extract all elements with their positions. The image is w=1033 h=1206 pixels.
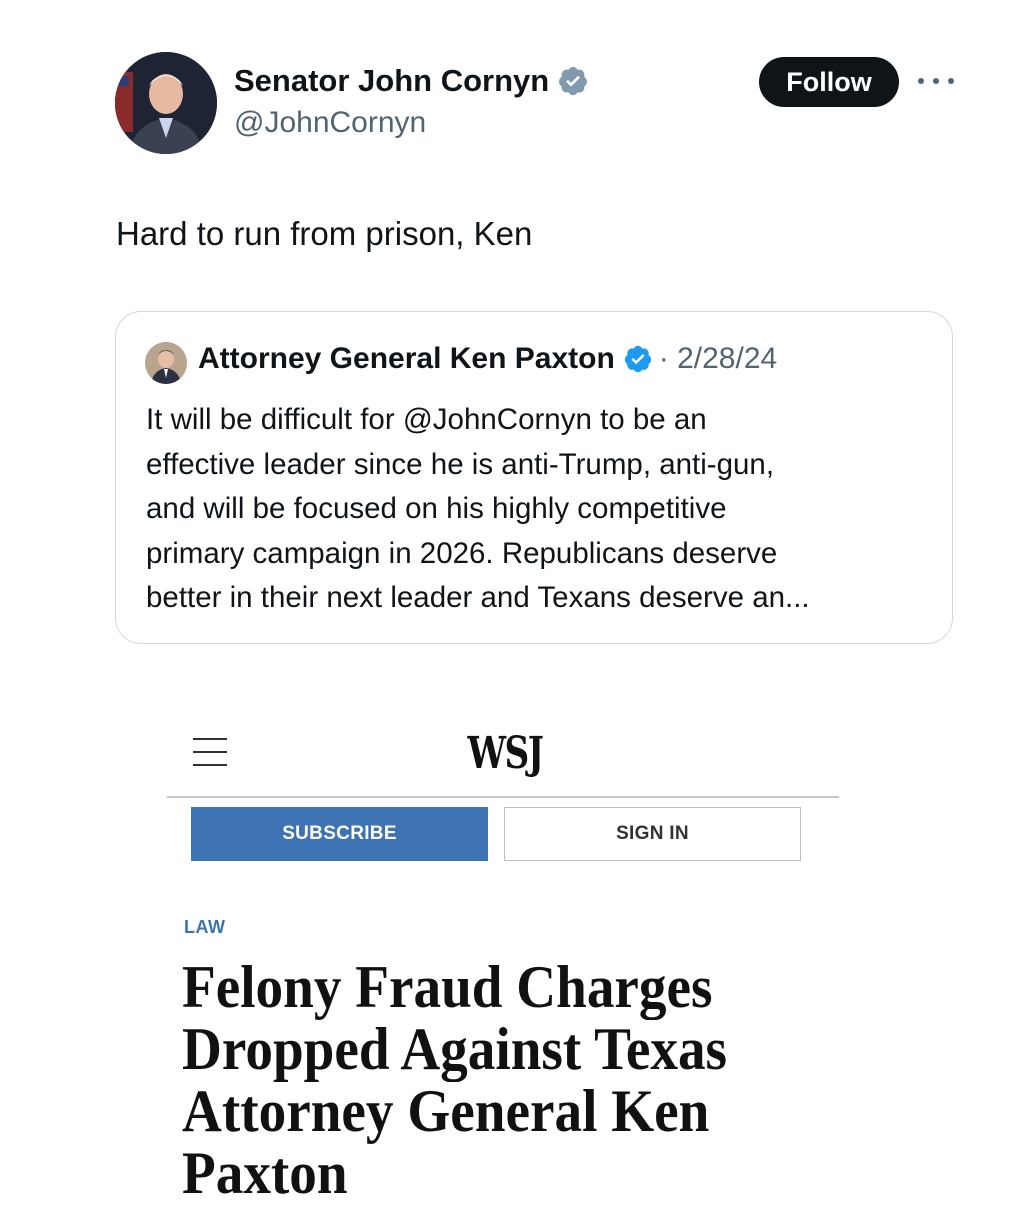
author-handle[interactable]: @JohnCornyn (234, 106, 426, 140)
quoted-tweet-text: It will be difficult for @JohnCornyn to … (146, 398, 936, 621)
hamburger-menu-icon[interactable] (193, 738, 227, 766)
follow-button[interactable]: Follow (759, 57, 899, 107)
headline-line: Dropped Against Texas (182, 1016, 728, 1082)
headline-line: Attorney General Ken (182, 1078, 710, 1144)
subscribe-button[interactable]: SUBSCRIBE (191, 807, 488, 861)
quoted-tweet-line: and will be focused on his highly compet… (146, 492, 727, 525)
quoted-tweet-header: Attorney General Ken Paxton · 2/28/24 (198, 342, 777, 376)
wsj-logo: WSJ (467, 728, 544, 779)
article-headline: Felony Fraud Charges Dropped Against Tex… (182, 956, 822, 1204)
quoted-author-avatar (145, 342, 187, 384)
more-options-icon[interactable] (918, 66, 954, 96)
quoted-tweet-card[interactable]: Attorney General Ken Paxton · 2/28/24 It… (115, 311, 953, 644)
verified-badge-icon (624, 345, 651, 373)
tweet-text: Hard to run from prison, Ken (116, 215, 533, 252)
quoted-author-name: Attorney General Ken Paxton (198, 342, 615, 375)
quoted-tweet-date[interactable]: · 2/28/24 (659, 342, 777, 376)
divider (167, 796, 839, 798)
author-name[interactable]: Senator John Cornyn (234, 63, 589, 99)
author-name-text[interactable]: Senator John Cornyn (234, 63, 549, 99)
verified-badge-icon (559, 67, 588, 96)
sign-in-button[interactable]: SIGN IN (504, 807, 801, 861)
quoted-tweet-line: effective leader since he is anti-Trump,… (146, 447, 775, 481)
headline-line: Paxton (182, 1140, 348, 1206)
quoted-tweet-line: better in their next leader and Texans d… (146, 581, 810, 614)
quoted-tweet-line: primary campaign in 2026. Republicans de… (146, 536, 778, 570)
author-avatar[interactable] (115, 52, 217, 154)
quoted-tweet-line: It will be difficult for @JohnCornyn to … (146, 403, 707, 436)
article-section-label[interactable]: LAW (184, 917, 226, 938)
headline-line: Felony Fraud Charges (182, 954, 713, 1020)
